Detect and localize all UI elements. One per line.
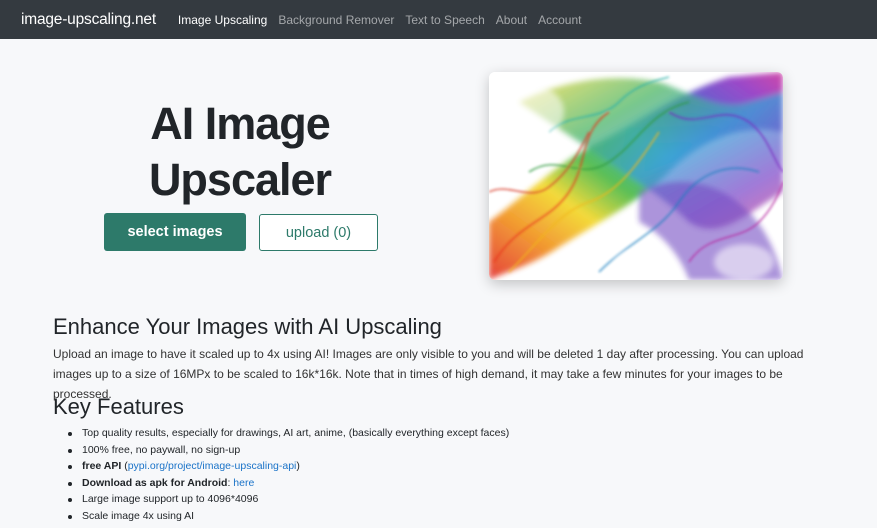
list-item: 100% free, no paywall, no sign-up xyxy=(53,442,843,459)
feature-text: Scale image 4x using AI xyxy=(82,509,195,522)
hero-title-line-2: Upscaler xyxy=(148,154,332,205)
feature-text: Top quality results, especially for draw… xyxy=(82,427,510,439)
intro-heading: Enhance Your Images with AI Upscaling xyxy=(53,314,442,339)
feature-text: 100% free, no paywall, no sign-up xyxy=(82,443,241,456)
features-list: Top quality results, especially for draw… xyxy=(53,425,843,525)
feature-separator: ) xyxy=(296,460,300,473)
feature-bold: Download as apk for Android xyxy=(82,476,228,489)
android-apk-link[interactable]: here xyxy=(233,477,254,489)
upload-button[interactable]: upload (0) xyxy=(259,214,378,251)
feature-bold: free API xyxy=(82,460,122,473)
smoke-illustration xyxy=(489,72,783,280)
feature-text: Large image support up to 4096*4096 xyxy=(82,493,259,506)
features-heading: Key Features xyxy=(53,394,184,419)
nav-link-account[interactable]: Account xyxy=(538,13,581,27)
nav-links: Image Upscaling Background Remover Text … xyxy=(178,13,593,27)
intro-section: Enhance Your Images with AI Upscaling Up… xyxy=(53,314,843,404)
list-item: free API (pypi.org/project/image-upscali… xyxy=(53,458,843,475)
colorful-smoke-image xyxy=(489,72,783,280)
nav-link-text-to-speech[interactable]: Text to Speech xyxy=(405,13,484,27)
features-section: Key Features Top quality results, especi… xyxy=(53,394,843,525)
nav-link-image-upscaling[interactable]: Image Upscaling xyxy=(178,13,267,27)
list-item: Top quality results, especially for draw… xyxy=(53,425,843,442)
pypi-link[interactable]: pypi.org/project/image-upscaling-api xyxy=(128,460,297,472)
list-item: Download as apk for Android: here xyxy=(53,475,843,492)
list-item: Large image support up to 4096*4096 xyxy=(53,491,843,508)
list-item: Scale image 4x using AI xyxy=(53,508,843,525)
select-images-button[interactable]: select images xyxy=(104,213,246,251)
hero-title: AI Image Upscaler xyxy=(100,96,380,208)
top-navbar: image-upscaling.net Image Upscaling Back… xyxy=(0,0,877,39)
nav-link-background-remover[interactable]: Background Remover xyxy=(278,13,394,27)
brand-link[interactable]: image-upscaling.net xyxy=(21,11,156,29)
hero-title-line-1: AI Image xyxy=(150,98,331,149)
nav-link-about[interactable]: About xyxy=(496,13,527,27)
